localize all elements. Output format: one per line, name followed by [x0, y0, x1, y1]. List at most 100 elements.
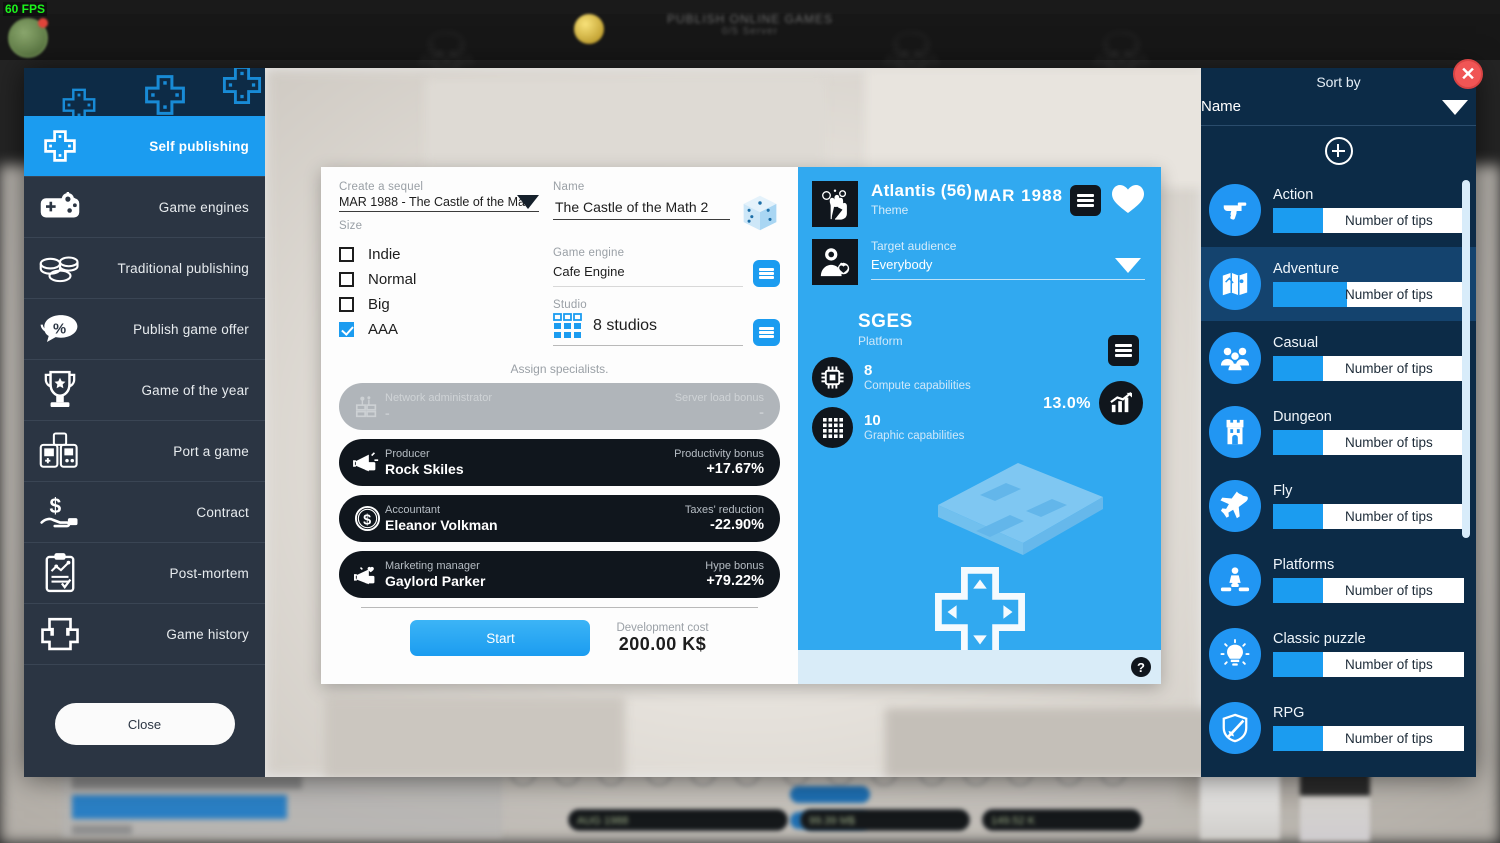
tips-input[interactable]: Number of tips	[1273, 208, 1464, 233]
genre-name: Dungeon	[1273, 409, 1332, 425]
favorite-heart-icon[interactable]	[1111, 183, 1145, 227]
sidebar-item-label: Traditional publishing	[117, 260, 249, 276]
studio-grid-icon	[553, 313, 582, 338]
graphic-value: 10	[864, 411, 881, 429]
select-engine-button[interactable]	[753, 260, 780, 287]
coins-icon	[24, 252, 96, 284]
sidebar-item-publish-game-offer[interactable]: % Publish game offer	[24, 299, 265, 360]
sidebar-item-contract[interactable]: $ Contract	[24, 482, 265, 543]
target-audience-icon	[812, 239, 858, 285]
specialist-name: Rock Skiles	[385, 461, 464, 477]
audience-select[interactable]: Everybody	[871, 256, 1145, 280]
size-option-aaa[interactable]: AAA	[339, 317, 539, 342]
sidebar-item-label: Publish game offer	[133, 321, 249, 337]
checkbox-indie[interactable]	[339, 247, 354, 262]
sequel-value: MAR 1988 - The Castle of the Ma	[339, 195, 525, 209]
specialist-row-marketing-manager[interactable]: Marketing manager Gaylord Parker Hype bo…	[339, 551, 780, 598]
sidebar-item-game-of-the-year[interactable]: Game of the year	[24, 360, 265, 421]
close-window-button[interactable]: ✕	[1453, 59, 1483, 89]
genre-name: Adventure	[1273, 261, 1340, 277]
genre-item-rpg[interactable]: RPG Number of tips	[1201, 691, 1476, 765]
tips-input[interactable]: Number of tips	[1273, 282, 1464, 307]
tips-input[interactable]: Number of tips	[1273, 356, 1464, 381]
sidebar-item-port-a-game[interactable]: Port a game	[24, 421, 265, 482]
specialist-name: Gaylord Parker	[385, 573, 486, 589]
tips-placeholder: Number of tips	[1345, 657, 1433, 672]
sidebar-item-post-mortem[interactable]: Post-mortem	[24, 543, 265, 604]
tips-input[interactable]: Number of tips	[1273, 652, 1464, 677]
size-option-indie[interactable]: Indie	[339, 242, 539, 267]
genre-name: Platforms	[1273, 557, 1335, 573]
size-label-normal: Normal	[368, 271, 417, 288]
add-genre-button[interactable]	[1324, 137, 1353, 165]
sidebar-item-game-history[interactable]: Game history	[24, 604, 265, 665]
map-icon	[1209, 258, 1261, 310]
specialist-info: Network administrator -	[385, 392, 675, 421]
genre-body: RPG Number of tips	[1261, 705, 1476, 751]
size-option-big[interactable]: Big	[339, 292, 539, 317]
sort-by-value: Name	[1201, 98, 1242, 115]
network-icon	[349, 394, 385, 420]
clipboard-chart-icon	[24, 552, 96, 594]
genre-item-casual[interactable]: Casual Number of tips	[1201, 321, 1476, 395]
platform-preview-panel: Atlantis (56) Theme MAR 1988 Target audi…	[798, 167, 1161, 684]
close-button[interactable]: Close	[54, 703, 235, 745]
status-date: AUG 1988	[577, 815, 629, 827]
sidebar-item-traditional-publishing[interactable]: Traditional publishing	[24, 238, 265, 299]
audience-info: Target audience Everybody	[858, 239, 1145, 285]
specialist-info: Producer Rock Skiles	[385, 448, 674, 477]
genre-body: Dungeon Number of tips	[1261, 409, 1476, 455]
sort-by-select[interactable]: Name	[1201, 98, 1476, 115]
status-fans: 149.52 K	[991, 815, 1036, 827]
platform-name: SGES	[858, 311, 913, 332]
platform-label: Platform	[858, 334, 903, 348]
select-studio-button[interactable]	[753, 319, 780, 346]
size-option-normal[interactable]: Normal	[339, 267, 539, 292]
genre-item-classic-puzzle[interactable]: Classic puzzle Number of tips	[1201, 617, 1476, 691]
percent-bubble-icon: %	[24, 312, 96, 346]
tips-placeholder: Number of tips	[1345, 435, 1433, 450]
specialist-row-producer[interactable]: Producer Rock Skiles Productivity bonus …	[339, 439, 780, 486]
genre-item-platforms[interactable]: Platforms Number of tips	[1201, 543, 1476, 617]
checkbox-normal[interactable]	[339, 272, 354, 287]
dollar-coin-icon: $	[349, 505, 385, 532]
tips-input[interactable]: Number of tips	[1273, 578, 1464, 603]
compute-stat-row: 8 Compute capabilities	[812, 357, 1145, 398]
audience-label: Target audience	[871, 239, 957, 253]
tips-input[interactable]: Number of tips	[1273, 504, 1464, 529]
bonus-label: Taxes' reduction	[684, 504, 764, 516]
sidebar-item-self-publishing[interactable]: Self publishing	[24, 116, 265, 177]
self-publishing-window: Self publishing Game engines Traditional…	[24, 68, 1476, 777]
help-button[interactable]: ?	[1131, 657, 1151, 677]
chevron-down-icon	[1115, 258, 1141, 273]
people-icon	[1209, 332, 1261, 384]
monitor-icon	[24, 615, 96, 653]
select-platform-button[interactable]	[1108, 335, 1139, 366]
sequel-select[interactable]: MAR 1988 - The Castle of the Ma	[339, 195, 539, 212]
svg-text:$: $	[363, 512, 371, 528]
sidebar-item-label: Game of the year	[141, 382, 249, 398]
tips-input[interactable]: Number of tips	[1273, 430, 1464, 455]
genre-name: Classic puzzle	[1273, 631, 1366, 647]
specialist-role: Producer	[385, 448, 430, 460]
sequel-label: Create a sequel	[339, 181, 424, 193]
game-name-input[interactable]	[553, 195, 730, 220]
tips-input[interactable]: Number of tips	[1273, 726, 1464, 751]
genre-item-dungeon[interactable]: Dungeon Number of tips	[1201, 395, 1476, 469]
genre-body: Fly Number of tips	[1261, 483, 1476, 529]
market-chart-button[interactable]	[1099, 381, 1143, 425]
genre-item-fly[interactable]: Fly Number of tips	[1201, 469, 1476, 543]
specialist-row-accountant[interactable]: $ Accountant Eleanor Volkman Taxes' redu…	[339, 495, 780, 542]
start-button[interactable]: Start	[410, 620, 591, 656]
checkbox-big[interactable]	[339, 297, 354, 312]
genre-item-adventure[interactable]: Adventure Number of tips	[1201, 247, 1476, 321]
genre-item-action[interactable]: Action Number of tips	[1201, 173, 1476, 247]
genre-name: Fly	[1273, 483, 1293, 499]
dice-icon[interactable]	[740, 193, 780, 233]
sidebar-item-game-engines[interactable]: Game engines	[24, 177, 265, 238]
genre-scrollbar[interactable]	[1462, 180, 1470, 538]
specialist-row-network-administrator: Network administrator - Server load bonu…	[339, 383, 780, 430]
theme-list-button[interactable]	[1070, 185, 1101, 216]
tips-placeholder: Number of tips	[1345, 583, 1433, 598]
checkbox-aaa[interactable]	[339, 322, 354, 337]
